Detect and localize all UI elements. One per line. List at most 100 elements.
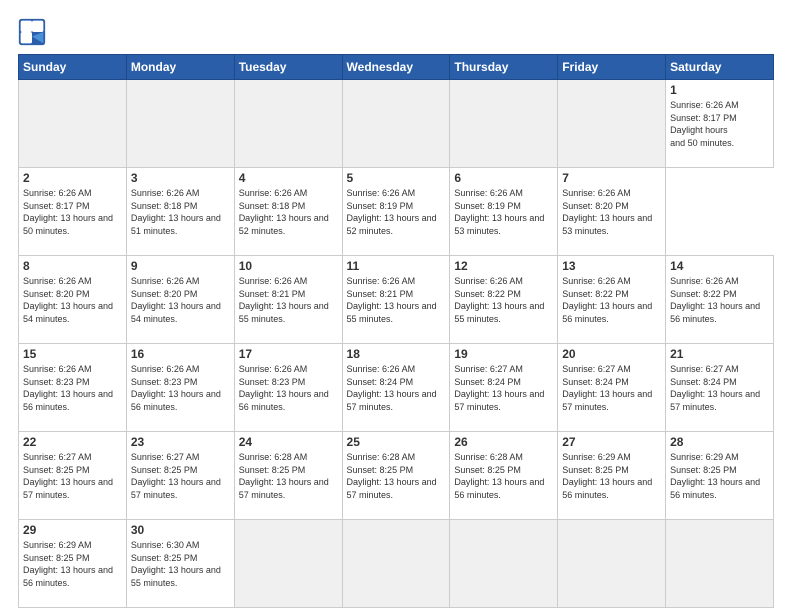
day-number: 6 <box>454 171 553 185</box>
calendar-day: 8 Sunrise: 6:26 AMSunset: 8:20 PMDayligh… <box>19 256 127 344</box>
header <box>18 18 774 46</box>
day-number: 18 <box>347 347 446 361</box>
day-info: Sunrise: 6:28 AMSunset: 8:25 PMDaylight:… <box>454 451 553 501</box>
day-info: Sunrise: 6:26 AMSunset: 8:20 PMDaylight:… <box>131 275 230 325</box>
calendar-header-row: Sunday Monday Tuesday Wednesday Thursday… <box>19 55 774 80</box>
calendar-day: 2 Sunrise: 6:26 AMSunset: 8:17 PMDayligh… <box>19 168 127 256</box>
day-number: 1 <box>670 83 769 97</box>
day-number: 9 <box>131 259 230 273</box>
day-number: 24 <box>239 435 338 449</box>
day-info: Sunrise: 6:26 AMSunset: 8:18 PMDaylight:… <box>131 187 230 237</box>
col-sunday: Sunday <box>19 55 127 80</box>
empty-day <box>19 80 127 168</box>
day-number: 23 <box>131 435 230 449</box>
day-info: Sunrise: 6:26 AMSunset: 8:21 PMDaylight:… <box>239 275 338 325</box>
col-thursday: Thursday <box>450 55 558 80</box>
day-number: 17 <box>239 347 338 361</box>
day-number: 14 <box>670 259 769 273</box>
calendar-day: 4 Sunrise: 6:26 AMSunset: 8:18 PMDayligh… <box>234 168 342 256</box>
calendar-day: 29 Sunrise: 6:29 AMSunset: 8:25 PMDaylig… <box>19 520 127 608</box>
calendar-week-row: 1 Sunrise: 6:26 AMSunset: 8:17 PMDayligh… <box>19 80 774 168</box>
col-monday: Monday <box>126 55 234 80</box>
calendar-day: 27 Sunrise: 6:29 AMSunset: 8:25 PMDaylig… <box>558 432 666 520</box>
day-info: Sunrise: 6:26 AMSunset: 8:20 PMDaylight:… <box>23 275 122 325</box>
day-number: 26 <box>454 435 553 449</box>
day-number: 25 <box>347 435 446 449</box>
empty-day <box>666 520 774 608</box>
calendar-day: 17 Sunrise: 6:26 AMSunset: 8:23 PMDaylig… <box>234 344 342 432</box>
day-number: 5 <box>347 171 446 185</box>
day-number: 12 <box>454 259 553 273</box>
day-info: Sunrise: 6:29 AMSunset: 8:25 PMDaylight:… <box>562 451 661 501</box>
col-tuesday: Tuesday <box>234 55 342 80</box>
calendar-day: 11 Sunrise: 6:26 AMSunset: 8:21 PMDaylig… <box>342 256 450 344</box>
calendar-day: 10 Sunrise: 6:26 AMSunset: 8:21 PMDaylig… <box>234 256 342 344</box>
empty-day <box>450 520 558 608</box>
day-info: Sunrise: 6:26 AMSunset: 8:22 PMDaylight:… <box>670 275 769 325</box>
empty-day <box>342 520 450 608</box>
day-info: Sunrise: 6:26 AMSunset: 8:19 PMDaylight:… <box>454 187 553 237</box>
empty-day <box>558 80 666 168</box>
calendar-week-row: 22 Sunrise: 6:27 AMSunset: 8:25 PMDaylig… <box>19 432 774 520</box>
calendar-week-row: 15 Sunrise: 6:26 AMSunset: 8:23 PMDaylig… <box>19 344 774 432</box>
day-number: 10 <box>239 259 338 273</box>
calendar-day: 7 Sunrise: 6:26 AMSunset: 8:20 PMDayligh… <box>558 168 666 256</box>
day-info: Sunrise: 6:27 AMSunset: 8:24 PMDaylight:… <box>562 363 661 413</box>
calendar-day: 28 Sunrise: 6:29 AMSunset: 8:25 PMDaylig… <box>666 432 774 520</box>
day-info: Sunrise: 6:28 AMSunset: 8:25 PMDaylight:… <box>239 451 338 501</box>
col-friday: Friday <box>558 55 666 80</box>
day-info: Sunrise: 6:26 AMSunset: 8:23 PMDaylight:… <box>239 363 338 413</box>
calendar-day: 14 Sunrise: 6:26 AMSunset: 8:22 PMDaylig… <box>666 256 774 344</box>
calendar-day: 1 Sunrise: 6:26 AMSunset: 8:17 PMDayligh… <box>666 80 774 168</box>
day-info: Sunrise: 6:27 AMSunset: 8:24 PMDaylight:… <box>454 363 553 413</box>
day-info: Sunrise: 6:26 AMSunset: 8:23 PMDaylight:… <box>23 363 122 413</box>
calendar-day: 3 Sunrise: 6:26 AMSunset: 8:18 PMDayligh… <box>126 168 234 256</box>
day-number: 20 <box>562 347 661 361</box>
empty-day <box>450 80 558 168</box>
day-info: Sunrise: 6:26 AMSunset: 8:19 PMDaylight:… <box>347 187 446 237</box>
empty-day <box>126 80 234 168</box>
day-number: 11 <box>347 259 446 273</box>
col-wednesday: Wednesday <box>342 55 450 80</box>
calendar-day: 19 Sunrise: 6:27 AMSunset: 8:24 PMDaylig… <box>450 344 558 432</box>
day-number: 28 <box>670 435 769 449</box>
day-info: Sunrise: 6:27 AMSunset: 8:25 PMDaylight:… <box>131 451 230 501</box>
day-number: 16 <box>131 347 230 361</box>
day-number: 19 <box>454 347 553 361</box>
day-number: 21 <box>670 347 769 361</box>
day-number: 3 <box>131 171 230 185</box>
calendar-day: 12 Sunrise: 6:26 AMSunset: 8:22 PMDaylig… <box>450 256 558 344</box>
calendar-day: 5 Sunrise: 6:26 AMSunset: 8:19 PMDayligh… <box>342 168 450 256</box>
calendar-day: 26 Sunrise: 6:28 AMSunset: 8:25 PMDaylig… <box>450 432 558 520</box>
logo-icon <box>18 18 46 46</box>
day-number: 4 <box>239 171 338 185</box>
day-info: Sunrise: 6:26 AMSunset: 8:24 PMDaylight:… <box>347 363 446 413</box>
calendar-day: 21 Sunrise: 6:27 AMSunset: 8:24 PMDaylig… <box>666 344 774 432</box>
day-number: 30 <box>131 523 230 537</box>
day-number: 22 <box>23 435 122 449</box>
day-info: Sunrise: 6:26 AMSunset: 8:17 PMDaylight … <box>670 99 769 149</box>
day-info: Sunrise: 6:27 AMSunset: 8:25 PMDaylight:… <box>23 451 122 501</box>
day-number: 2 <box>23 171 122 185</box>
empty-day <box>558 520 666 608</box>
day-number: 8 <box>23 259 122 273</box>
calendar-day: 24 Sunrise: 6:28 AMSunset: 8:25 PMDaylig… <box>234 432 342 520</box>
calendar-page: Sunday Monday Tuesday Wednesday Thursday… <box>0 0 792 612</box>
calendar-day: 23 Sunrise: 6:27 AMSunset: 8:25 PMDaylig… <box>126 432 234 520</box>
empty-day <box>234 520 342 608</box>
calendar-day: 6 Sunrise: 6:26 AMSunset: 8:19 PMDayligh… <box>450 168 558 256</box>
day-info: Sunrise: 6:28 AMSunset: 8:25 PMDaylight:… <box>347 451 446 501</box>
day-number: 29 <box>23 523 122 537</box>
day-info: Sunrise: 6:27 AMSunset: 8:24 PMDaylight:… <box>670 363 769 413</box>
calendar-day: 18 Sunrise: 6:26 AMSunset: 8:24 PMDaylig… <box>342 344 450 432</box>
calendar-day: 9 Sunrise: 6:26 AMSunset: 8:20 PMDayligh… <box>126 256 234 344</box>
day-info: Sunrise: 6:26 AMSunset: 8:23 PMDaylight:… <box>131 363 230 413</box>
day-info: Sunrise: 6:26 AMSunset: 8:20 PMDaylight:… <box>562 187 661 237</box>
day-info: Sunrise: 6:26 AMSunset: 8:17 PMDaylight:… <box>23 187 122 237</box>
day-info: Sunrise: 6:26 AMSunset: 8:21 PMDaylight:… <box>347 275 446 325</box>
day-info: Sunrise: 6:26 AMSunset: 8:18 PMDaylight:… <box>239 187 338 237</box>
day-info: Sunrise: 6:26 AMSunset: 8:22 PMDaylight:… <box>454 275 553 325</box>
day-number: 7 <box>562 171 661 185</box>
day-number: 13 <box>562 259 661 273</box>
day-number: 15 <box>23 347 122 361</box>
